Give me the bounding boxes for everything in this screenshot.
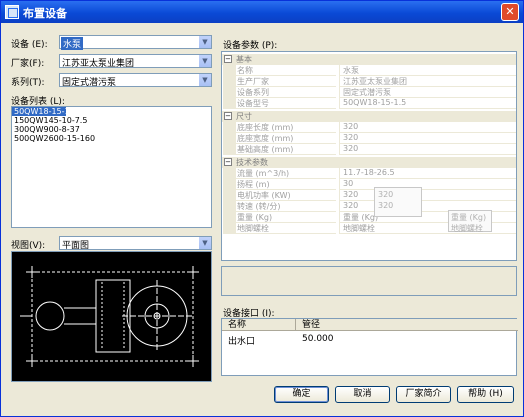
equipment-value: 水泵 <box>61 37 84 50</box>
category-size[interactable]: − 尺寸 <box>222 111 516 122</box>
port-diameter-cell[interactable]: 50.000 <box>302 334 334 344</box>
manufacturer-intro-button[interactable]: 厂家简介 <box>396 386 451 403</box>
collapse-icon[interactable]: − <box>224 55 232 63</box>
description-panel <box>221 266 517 296</box>
property-row[interactable]: 设备系列 固定式潜污泵 <box>222 87 516 98</box>
params-label: 设备参数 (P): <box>223 41 278 51</box>
view-combo[interactable]: 平面图 ▼ <box>59 236 212 251</box>
chevron-down-icon[interactable]: ▼ <box>198 55 211 67</box>
window-title: 布置设备 <box>23 7 67 20</box>
ok-button[interactable]: 确定 <box>274 386 329 403</box>
list-item[interactable]: 500QW2600-15-160 <box>12 134 211 143</box>
chevron-down-icon[interactable]: ▼ <box>198 36 211 48</box>
drawing-preview <box>11 251 212 382</box>
dialog-window: 布置设备 ✕ 设备 (E): 水泵 ▼ 厂家(F): 江苏亚太泵业集团 ▼ 系列… <box>0 0 524 417</box>
view-value: 平面图 <box>62 241 90 251</box>
property-row[interactable]: 电机功率 (KW) 320 <box>222 190 516 201</box>
category-tech-params[interactable]: − 技术参数 <box>222 157 516 168</box>
equipment-listbox[interactable]: 50QW18-15-1.5 150QW145-10-7.5 300QW900-8… <box>11 106 212 228</box>
property-grid[interactable]: − 基本 名称 水泵 生产厂家 江苏亚太泵业集团 设备系列 固定式潜污泵 设备型号 50Q… <box>221 51 517 261</box>
app-icon <box>5 5 19 19</box>
collapse-icon[interactable]: − <box>224 158 232 166</box>
ports-table[interactable]: 名称 管径 出水口 50.000 <box>221 318 518 376</box>
chevron-down-icon[interactable]: ▼ <box>198 74 211 86</box>
view-label: 视图(V): <box>11 241 46 251</box>
category-basic[interactable]: − 基本 <box>222 54 516 65</box>
equipment-combo[interactable]: 水泵 ▼ <box>59 35 212 50</box>
manufacturer-combo[interactable]: 江苏亚太泵业集团 ▼ <box>59 54 212 69</box>
title-bar: 布置设备 ✕ <box>1 1 523 23</box>
property-row[interactable]: 底座宽度 (mm) 320 <box>222 133 516 144</box>
series-label: 系列(T): <box>11 78 45 88</box>
port-name-cell[interactable]: 出水口 <box>228 334 255 347</box>
series-combo[interactable]: 固定式潜污泵 ▼ <box>59 73 212 88</box>
list-item[interactable]: 150QW145-10-7.5 <box>12 116 211 125</box>
property-row[interactable]: 扬程 (m) 30 <box>222 179 516 190</box>
cancel-button[interactable]: 取消 <box>335 386 390 403</box>
property-row[interactable]: 底座长度 (mm) 320 <box>222 122 516 133</box>
property-row[interactable]: 流量 (m^3/h) 11.7-18-26.5 <box>222 168 516 179</box>
help-button[interactable]: 帮助 (H) <box>457 386 514 403</box>
property-row[interactable]: 基础高度 (mm) 320 <box>222 144 516 155</box>
close-button[interactable]: ✕ <box>501 3 519 21</box>
manufacturer-label: 厂家(F): <box>11 59 45 69</box>
property-row[interactable]: 设备型号 50QW18-15-1.5 <box>222 98 516 109</box>
chevron-down-icon[interactable]: ▼ <box>198 237 211 249</box>
manufacturer-value: 江苏亚太泵业集团 <box>62 59 135 69</box>
column-header-name[interactable]: 名称 <box>222 319 296 331</box>
column-header-diameter[interactable]: 管径 <box>296 319 518 331</box>
ghost-overlay: 重量 (Kg) 地脚螺栓 <box>448 210 492 233</box>
pump-plan-drawing <box>20 266 199 367</box>
series-value: 固定式潜污泵 <box>62 78 117 88</box>
list-item[interactable]: 50QW18-15-1.5 <box>12 107 77 116</box>
collapse-icon[interactable]: − <box>224 112 232 120</box>
property-row[interactable]: 名称 水泵 <box>222 65 516 76</box>
equipment-label: 设备 (E): <box>11 40 48 50</box>
list-item[interactable]: 300QW900-8-37 <box>12 125 211 134</box>
ghost-overlay: 320 320 <box>374 187 422 217</box>
property-row[interactable]: 生产厂家 江苏亚太泵业集团 <box>222 76 516 87</box>
